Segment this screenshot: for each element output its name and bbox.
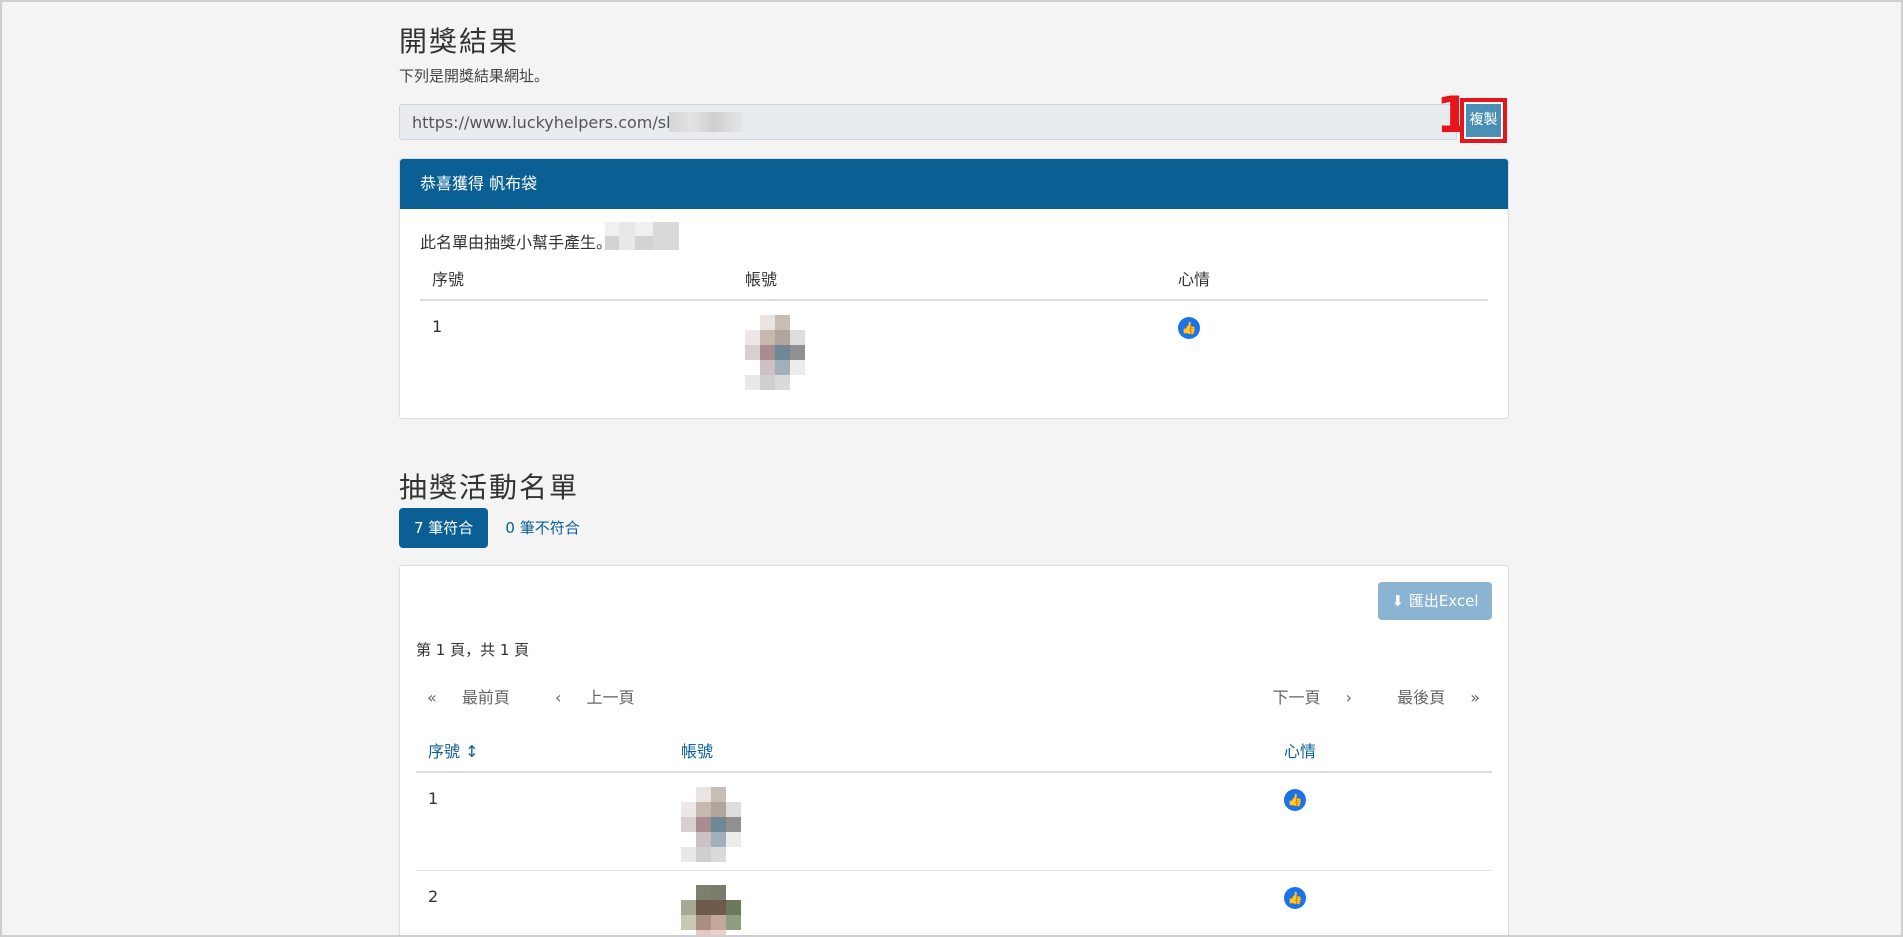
mood-cell: 👍 bbox=[1166, 300, 1488, 398]
tab-nomatch[interactable]: 0 筆不符合 bbox=[505, 517, 579, 538]
account-cell bbox=[669, 772, 1272, 871]
activity-title: 抽獎活動名單 bbox=[399, 471, 580, 504]
next-page-label: 下一頁 bbox=[1272, 688, 1321, 707]
sort-icon: ↕ bbox=[465, 742, 479, 761]
activity-card: ⬇ 匯出Excel 第 1 頁，共 1 頁 « 最前頁 ‹ 上一頁 下一頁 › … bbox=[399, 565, 1509, 935]
generator-note: 此名單由抽獎小幫手產生。 bbox=[420, 233, 613, 252]
account-cell bbox=[669, 870, 1272, 935]
activity-table: 序號 ↕ 帳號 心情 1 👍 2 👍 bbox=[416, 729, 1492, 935]
prev-page-link[interactable]: ‹ 上一頁 bbox=[555, 688, 655, 707]
result-url-field[interactable]: https://www.luckyhelpers.com/show/ bbox=[399, 104, 1457, 140]
export-excel-label: 匯出Excel bbox=[1408, 592, 1479, 610]
chevron-right-icon: › bbox=[1345, 688, 1352, 707]
thumbs-up-icon: 👍 bbox=[1284, 887, 1306, 909]
thumbs-up-icon: 👍 bbox=[1284, 789, 1306, 811]
table-row: 1 👍 bbox=[416, 772, 1492, 871]
prev-page-label: 上一頁 bbox=[586, 688, 635, 707]
row-index: 1 bbox=[416, 772, 669, 871]
double-chevron-right-icon: » bbox=[1470, 688, 1480, 707]
page-frame: 開獎結果 下列是開獎結果網址。 https://www.luckyhelpers… bbox=[0, 0, 1903, 937]
thumbs-up-icon: 👍 bbox=[1178, 317, 1200, 339]
next-page-link[interactable]: 下一頁 › bbox=[1252, 688, 1352, 707]
result-url-text: https://www.luckyhelpers.com/show/ bbox=[412, 113, 705, 132]
avatar[interactable] bbox=[681, 885, 741, 935]
double-chevron-left-icon: « bbox=[427, 688, 437, 707]
row-index: 1 bbox=[432, 317, 443, 336]
annotation-highlight-box: 複製 bbox=[1460, 98, 1507, 143]
avatar[interactable] bbox=[745, 315, 805, 390]
col-account-header[interactable]: 帳號 bbox=[669, 729, 1272, 773]
first-page-link[interactable]: « 最前頁 bbox=[427, 688, 530, 707]
col-index-label: 序號 bbox=[428, 742, 461, 761]
copy-button[interactable]: 複製 bbox=[1466, 104, 1501, 137]
filter-tabs: 7 筆符合 0 筆不符合 bbox=[399, 508, 580, 548]
result-description: 下列是開獎結果網址。 bbox=[399, 67, 550, 85]
col-index-header[interactable]: 序號 ↕ bbox=[416, 729, 669, 773]
col-mood-header[interactable]: 心情 bbox=[1272, 729, 1492, 773]
account-cell bbox=[733, 300, 1166, 398]
col-mood-header: 心情 bbox=[1166, 257, 1488, 301]
mood-cell: 👍 bbox=[1272, 870, 1492, 935]
result-title: 開獎結果 bbox=[399, 25, 520, 58]
last-page-link[interactable]: 最後頁 » bbox=[1377, 688, 1480, 707]
export-excel-button[interactable]: ⬇ 匯出Excel bbox=[1378, 582, 1492, 620]
table-row: 1 👍 bbox=[420, 300, 1488, 398]
prize-card: 恭喜獲得 帆布袋 此名單由抽獎小幫手產生。 序號 帳號 心情 1 👍 bbox=[399, 158, 1509, 419]
url-row: https://www.luckyhelpers.com/show/ 1 複製 bbox=[399, 90, 1509, 143]
note-redacted-blur bbox=[605, 222, 679, 250]
last-page-label: 最後頁 bbox=[1397, 688, 1446, 707]
row-index: 2 bbox=[416, 870, 669, 935]
table-row: 2 👍 bbox=[416, 870, 1492, 935]
page-info: 第 1 頁，共 1 頁 bbox=[416, 641, 530, 659]
url-redacted-blur bbox=[669, 112, 743, 132]
col-account-header: 帳號 bbox=[733, 257, 1166, 301]
prize-card-header: 恭喜獲得 帆布袋 bbox=[400, 159, 1508, 209]
download-icon: ⬇ bbox=[1391, 592, 1405, 610]
first-page-label: 最前頁 bbox=[461, 688, 510, 707]
winner-table: 序號 帳號 心情 1 👍 bbox=[420, 257, 1488, 398]
mood-cell: 👍 bbox=[1272, 772, 1492, 871]
chevron-left-icon: ‹ bbox=[555, 688, 562, 707]
col-index-header: 序號 bbox=[420, 257, 733, 301]
pager-left: « 最前頁 ‹ 上一頁 bbox=[427, 684, 675, 708]
avatar[interactable] bbox=[681, 787, 741, 862]
pager-right: 下一頁 › 最後頁 » bbox=[1232, 684, 1480, 708]
tab-match[interactable]: 7 筆符合 bbox=[399, 508, 489, 548]
